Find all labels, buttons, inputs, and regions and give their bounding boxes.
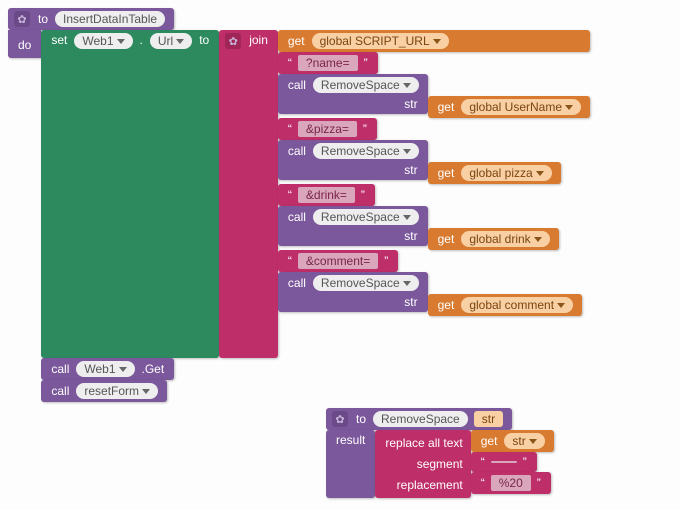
proc-dropdown[interactable]: RemoveSpace <box>313 209 419 225</box>
proc-dropdown[interactable]: RemoveSpace <box>313 143 419 159</box>
replace-label: replace all text <box>381 436 466 450</box>
gear-icon[interactable]: ✿ <box>332 411 348 427</box>
text-name[interactable]: “?name=” <box>278 52 378 74</box>
get-label: get <box>434 166 459 180</box>
text-comment[interactable]: “&comment=” <box>278 250 398 272</box>
get-label: get <box>477 434 502 448</box>
get-method: .Get <box>138 362 169 376</box>
call-removespace-pizza[interactable]: call RemoveSpace str <box>278 140 428 180</box>
var-username[interactable]: global UserName <box>461 99 581 115</box>
proc-do-gutter: do <box>8 30 41 58</box>
to-label: to <box>195 33 213 47</box>
call-label: call <box>47 384 73 398</box>
web1-dropdown[interactable]: Web1 <box>74 33 132 49</box>
result-label: result <box>332 433 369 447</box>
literal-drink[interactable]: &drink= <box>298 187 355 203</box>
proc2-name[interactable]: RemoveSpace <box>373 411 468 427</box>
replace-block-wrap: replace all text segment replacement get… <box>375 430 553 498</box>
proc-to-label: to <box>34 12 52 26</box>
call-removespace-drink[interactable]: call RemoveSpace str <box>278 206 428 246</box>
do-body: set Web1 . Url to ✿ join <box>41 30 590 402</box>
literal-pizza[interactable]: &pizza= <box>298 121 357 137</box>
set-label: set <box>47 33 71 47</box>
var-comment[interactable]: global comment <box>461 297 573 313</box>
space-val[interactable] <box>491 461 517 463</box>
join-block[interactable]: ✿ join <box>219 30 278 358</box>
proc2-param[interactable]: str <box>474 411 503 427</box>
enc-val[interactable]: %20 <box>491 475 531 491</box>
str-label: str <box>400 229 421 243</box>
get-label: get <box>434 100 459 114</box>
get-label: get <box>434 298 459 312</box>
replace-args: get str “ ” “%20” <box>471 430 554 494</box>
get-username[interactable]: get global UserName <box>428 96 590 118</box>
replacement-label: replacement <box>393 478 467 492</box>
web1-dropdown[interactable]: Web1 <box>76 361 134 377</box>
dot: . <box>136 33 147 47</box>
call-label: call <box>284 78 310 92</box>
join-block-wrap: ✿ join get global SCRIPT_URL “?name=” <box>219 30 590 358</box>
gear-icon[interactable]: ✿ <box>14 11 30 27</box>
call-label: call <box>284 276 310 290</box>
proc-dropdown[interactable]: RemoveSpace <box>313 275 419 291</box>
var-script-url[interactable]: global SCRIPT_URL <box>312 33 449 49</box>
procedure-removespace: ✿ to RemoveSpace str result replace all … <box>326 408 672 498</box>
procedure-insertdata: ✿ to InsertDataInTable do set Web1 . Url… <box>8 8 672 402</box>
result-gutter: result <box>326 430 375 498</box>
str-label: str <box>400 295 421 309</box>
call-removespace-comment[interactable]: call RemoveSpace str <box>278 272 428 312</box>
get-script-url[interactable]: get global SCRIPT_URL <box>278 30 590 52</box>
call-removespace-name[interactable]: call RemoveSpace str <box>278 74 428 114</box>
resetform-dropdown[interactable]: resetForm <box>76 383 158 399</box>
segment-label: segment <box>413 457 467 471</box>
proc-dropdown[interactable]: RemoveSpace <box>313 77 419 93</box>
call-label: call <box>284 210 310 224</box>
call-label: call <box>284 144 310 158</box>
gear-icon[interactable]: ✿ <box>225 33 241 49</box>
literal-name[interactable]: ?name= <box>298 55 358 71</box>
get-comment[interactable]: get global comment <box>428 294 582 316</box>
str-label: str <box>400 97 421 111</box>
proc-to-label: to <box>352 412 370 426</box>
set-web1-url[interactable]: set Web1 . Url to <box>41 30 219 358</box>
str-label: str <box>400 163 421 177</box>
get-drink[interactable]: get global drink <box>428 228 559 250</box>
text-pizza[interactable]: “&pizza=” <box>278 118 377 140</box>
proc-name[interactable]: InsertDataInTable <box>55 11 165 27</box>
call-label: call <box>47 362 73 376</box>
literal-comment[interactable]: &comment= <box>298 253 378 269</box>
get-label: get <box>434 232 459 246</box>
join-items: get global SCRIPT_URL “?name=” call <box>278 30 590 316</box>
url-dropdown[interactable]: Url <box>150 33 192 49</box>
replace-all-text[interactable]: replace all text segment replacement <box>375 430 470 498</box>
literal-space[interactable]: “ ” <box>471 452 537 472</box>
var-pizza[interactable]: global pizza <box>461 165 551 181</box>
text-drink[interactable]: “&drink=” <box>278 184 375 206</box>
literal-pct20[interactable]: “%20” <box>471 472 551 494</box>
call-web1-get[interactable]: call Web1 .Get <box>41 358 174 380</box>
proc2-header[interactable]: ✿ to RemoveSpace str <box>326 408 512 430</box>
proc-header[interactable]: ✿ to InsertDataInTable <box>8 8 174 30</box>
join-label: join <box>245 33 272 47</box>
get-pizza[interactable]: get global pizza <box>428 162 561 184</box>
get-label: get <box>284 34 309 48</box>
var-str[interactable]: str <box>504 433 544 449</box>
var-drink[interactable]: global drink <box>461 231 549 247</box>
do-label: do <box>14 36 35 52</box>
get-str[interactable]: get str <box>471 430 554 452</box>
call-resetform[interactable]: call resetForm <box>41 380 167 402</box>
